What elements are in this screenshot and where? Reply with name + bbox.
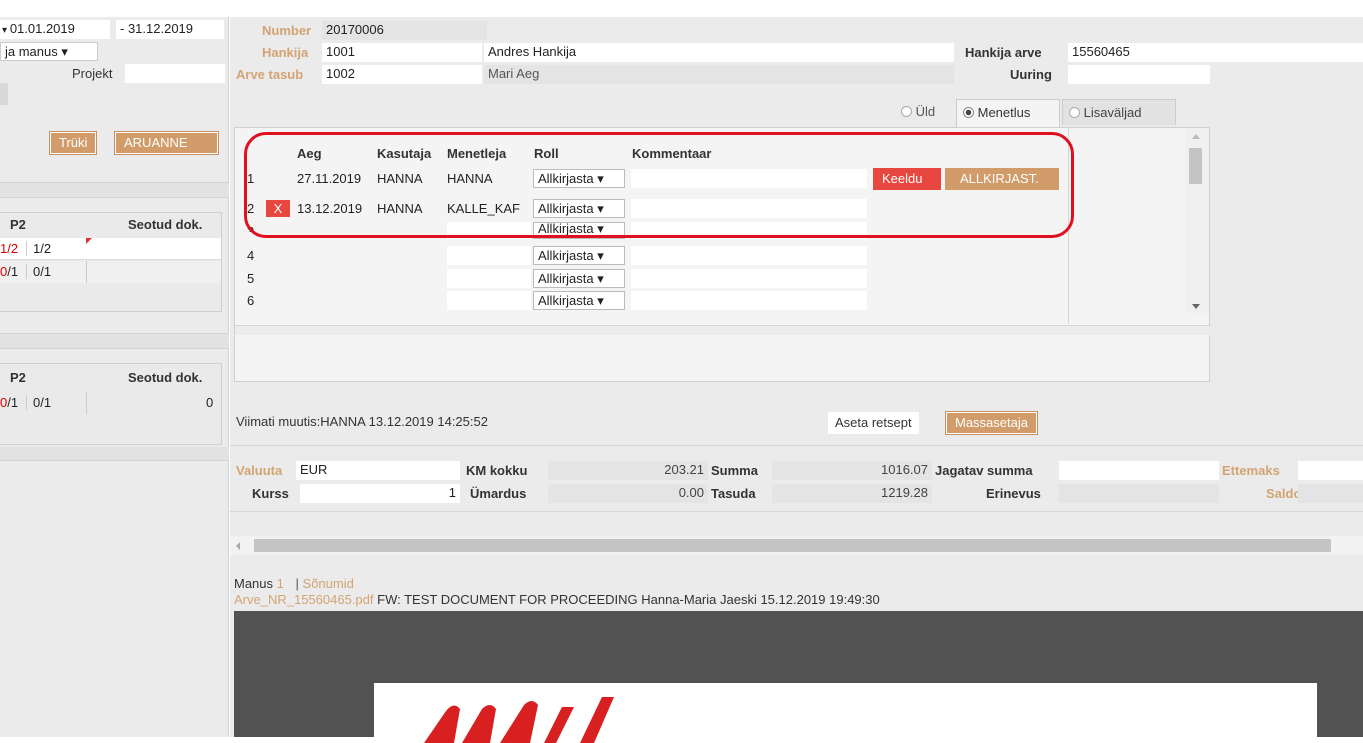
- arve-tasub-label: Arve tasub: [236, 67, 304, 82]
- comment-input[interactable]: [631, 291, 867, 310]
- last-changed-text: Viimati muutis:HANNA 13.12.2019 14:25:52: [236, 414, 488, 429]
- attachment-file-link[interactable]: Arve_NR_15560465.pdf: [234, 592, 374, 607]
- arve-tasub-name: Mari Aeg: [484, 65, 954, 84]
- date-to-field[interactable]: - 31.12.2019: [116, 20, 224, 39]
- saldo-label: Saldo: [1266, 486, 1302, 501]
- flag-icon: [86, 238, 92, 244]
- projekt-label: Projekt: [72, 66, 113, 81]
- col-seotud-header: Seotud dok.: [128, 370, 203, 385]
- tab-uld[interactable]: Üld: [895, 99, 955, 125]
- hankija-arve-label: Hankija arve: [965, 45, 1042, 60]
- totals-divider: [230, 445, 1363, 446]
- scroll-down-icon[interactable]: [1192, 304, 1200, 309]
- projekt-input[interactable]: [125, 64, 225, 83]
- tab-lisavaljad[interactable]: Lisaväljad: [1062, 99, 1176, 125]
- row-number: 6: [247, 293, 255, 308]
- horizontal-scrollbar[interactable]: [230, 536, 1363, 555]
- report-button[interactable]: ARUANNE: [114, 131, 219, 155]
- km-kokku-value: 203.21: [548, 461, 708, 480]
- handler-input[interactable]: [447, 269, 531, 288]
- kurss-input[interactable]: 1: [300, 484, 460, 503]
- jagatav-summa-input[interactable]: [1059, 461, 1219, 480]
- comment-input[interactable]: [631, 246, 867, 265]
- hankija-code-input[interactable]: 1001: [322, 43, 482, 62]
- row-number: 4: [247, 248, 255, 263]
- col-p2-header: P2: [10, 217, 26, 232]
- number-label: Number: [262, 23, 312, 38]
- uuring-input[interactable]: [1068, 65, 1210, 84]
- document-viewer[interactable]: [234, 611, 1363, 743]
- linked-docs-table-2: P2 Seotud dok. 0/1 0/1 0: [0, 363, 222, 445]
- comment-input[interactable]: [631, 269, 867, 288]
- handler-input[interactable]: [447, 246, 531, 265]
- tasuda-label: Tasuda: [711, 486, 756, 501]
- valuuta-label: Valuuta: [236, 463, 283, 478]
- table-row[interactable]: 0/1 0/1: [0, 261, 221, 283]
- jagatav-summa-label: Jagatav summa: [935, 463, 1033, 478]
- radio-icon: [1069, 107, 1080, 118]
- tasuda-value: 1219.28: [772, 484, 932, 503]
- scroll-thumb[interactable]: [254, 539, 1331, 552]
- annotation-highlight: [244, 132, 1074, 238]
- sidebar-strip: [0, 83, 8, 105]
- scroll-up-icon[interactable]: [1192, 134, 1200, 139]
- hankija-label: Hankija: [262, 45, 309, 60]
- km-kokku-label: KM kokku: [466, 463, 528, 478]
- attachment-row: Arve_NR_15560465.pdf FW: TEST DOCUMENT F…: [234, 592, 880, 607]
- sonumid-link[interactable]: Sõnumid: [303, 576, 354, 591]
- ettemaks-label: Ettemaks: [1222, 463, 1280, 478]
- summa-value: 1016.07: [772, 461, 932, 480]
- sidebar-divider-1: [0, 182, 229, 198]
- saldo-value: [1298, 484, 1363, 503]
- date-from-field[interactable]: ▾ 01.01.2019: [0, 20, 110, 39]
- hankija-arve-input[interactable]: 15560465: [1068, 43, 1363, 62]
- valuuta-input[interactable]: EUR: [296, 461, 460, 480]
- umardus-value: 0.00: [548, 484, 708, 503]
- scroll-left-icon[interactable]: [236, 542, 240, 550]
- attachment-description: FW: TEST DOCUMENT FOR PROCEEDING Hanna-M…: [377, 592, 880, 607]
- role-select[interactable]: Allkirjasta ▾: [533, 291, 625, 310]
- dropdown-arrow-icon: ▾: [2, 25, 10, 36]
- left-sidebar: ▾ 01.01.2019 - 31.12.2019 ja manus ▾ Pro…: [0, 17, 229, 737]
- erinevus-value: [1059, 484, 1219, 503]
- role-select[interactable]: Allkirjasta ▾: [533, 246, 625, 265]
- ettemaks-input[interactable]: [1298, 461, 1363, 480]
- col-seotud-header: Seotud dok.: [128, 217, 203, 232]
- logo-image: [424, 697, 614, 743]
- hankija-name-input[interactable]: Andres Hankija: [484, 43, 954, 62]
- handler-input[interactable]: [447, 291, 531, 310]
- manus-count[interactable]: 1: [277, 576, 284, 591]
- main-panel: Number 20170006 Hankija 1001 Andres Hank…: [230, 17, 1363, 743]
- massasetaja-button[interactable]: Massasetaja: [945, 411, 1038, 435]
- arve-tasub-code-input[interactable]: 1002: [322, 65, 482, 84]
- vertical-scrollbar[interactable]: [1185, 128, 1209, 313]
- aseta-retsept-button[interactable]: Aseta retsept: [828, 412, 919, 434]
- table-row[interactable]: 1/2 1/2: [0, 238, 221, 260]
- panel-bottom-strip: [235, 325, 1211, 335]
- attachments-header: Manus 1 | Sõnumid: [234, 576, 354, 591]
- role-select[interactable]: Allkirjasta ▾: [533, 269, 625, 288]
- col-p2-header: P2: [10, 370, 26, 385]
- tab-menetlus[interactable]: Menetlus: [956, 99, 1060, 127]
- radio-icon: [901, 106, 912, 117]
- manus-select[interactable]: ja manus ▾: [0, 42, 98, 61]
- scroll-thumb[interactable]: [1189, 148, 1202, 184]
- erinevus-label: Erinevus: [986, 486, 1041, 501]
- summa-label: Summa: [711, 463, 758, 478]
- sidebar-divider-3: [0, 447, 229, 461]
- totals-bottom-divider: [230, 511, 1363, 512]
- manus-label: Manus: [234, 576, 274, 591]
- pdf-page: [374, 683, 1317, 743]
- linked-docs-table-1: P2 Seotud dok. 1/2 1/2 0/1 0/1: [0, 212, 222, 312]
- uuring-label: Uuring: [1010, 67, 1052, 82]
- row-number: 5: [247, 271, 255, 286]
- print-button[interactable]: Trüki: [48, 131, 98, 155]
- table-row[interactable]: 0/1 0/1 0: [0, 392, 221, 414]
- kurss-label: Kurss: [252, 486, 289, 501]
- sidebar-divider-2: [0, 333, 229, 349]
- radio-selected-icon: [963, 107, 974, 118]
- number-value: 20170006: [322, 21, 487, 40]
- umardus-label: Ümardus: [470, 486, 527, 501]
